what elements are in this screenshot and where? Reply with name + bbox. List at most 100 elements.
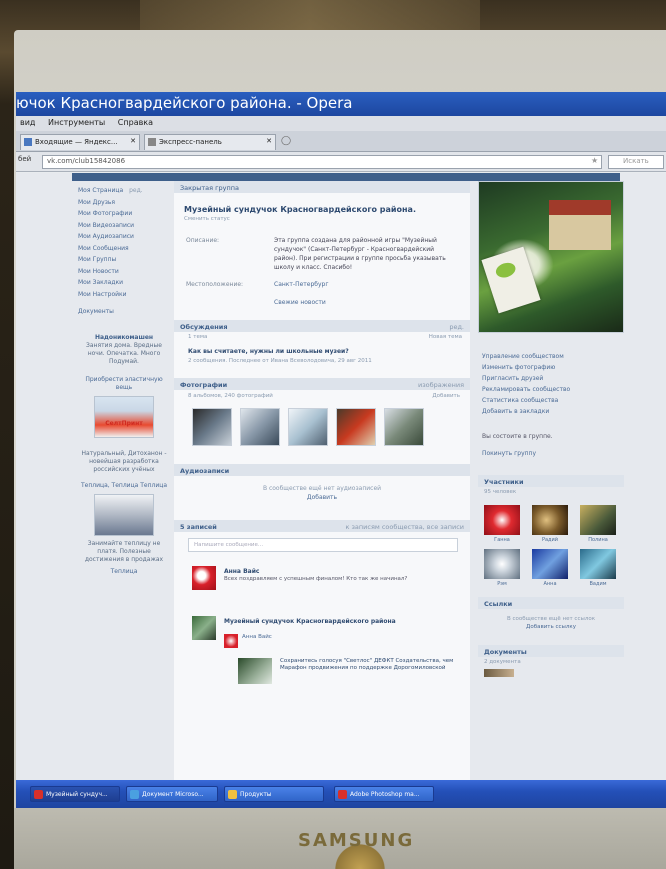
section-meta[interactable]: к записям сообщества, все записи [345,523,464,531]
ad-image[interactable] [94,395,154,438]
site-header [72,173,620,181]
menu-tools[interactable]: Инструменты [48,118,105,127]
menu-view[interactable]: вид [20,118,35,127]
post-sub-author[interactable]: Анна Вайс [242,634,272,640]
add-audio-link[interactable]: Добавить [174,493,470,502]
taskbar-label: Продукты [240,791,272,798]
post-attachment-text[interactable]: Сохранитесь голосуя "Светлос" ДЕФКТ Созд… [280,658,460,672]
section-header[interactable]: 5 записей к записям сообщества, все запи… [174,520,470,532]
left-menu: Моя Страница ред. Мои Друзья Мои Фотограф… [78,187,170,576]
member-item[interactable]: Анна [530,549,570,587]
group-photo[interactable] [478,181,624,333]
avatar[interactable] [224,634,238,648]
ad-link[interactable]: Теплица, Теплица Теплица [78,482,170,490]
ad-brand: СелтПринт [105,419,143,427]
wall-post-input[interactable]: Напишите сообщение... [188,538,458,552]
new-topic-link[interactable]: Новая тема [429,334,462,340]
member-item[interactable]: Ганна [482,505,522,543]
manage-community-link[interactable]: Управление сообществом [478,353,624,364]
avatar [532,505,568,535]
section-meta[interactable]: ред. [449,323,464,331]
sidebar-item-photos[interactable]: Мои Фотографии [78,210,170,222]
close-icon[interactable]: ✕ [266,137,272,145]
search-input[interactable]: Искать [608,155,664,169]
tab-speed-dial[interactable]: Экспресс-панель ✕ [144,134,276,150]
avatar[interactable] [192,616,216,640]
member-name: Вадим [589,581,607,587]
tab-inbox[interactable]: Входящие — Яндекс... ✕ [20,134,140,150]
post-attachment-image[interactable] [238,658,272,684]
group-name: Музейный сундучок Красногвардейского рай… [184,205,416,214]
photo-thumb[interactable] [336,408,376,446]
group-actions: Управление сообществом Изменить фотограф… [478,353,624,419]
address-input[interactable]: vk.com/club15842086 [42,155,602,169]
section-header[interactable]: Ссылки [478,597,624,609]
edit-badge[interactable]: ред. [129,187,143,194]
discussion-topic-link[interactable]: Как вы считаете, нужны ли школьные музеи… [188,348,470,355]
taskbar-item-folder[interactable]: Продукты [224,786,324,802]
ad-more-link[interactable]: Теплица [78,568,170,576]
post-author[interactable]: Анна Вайс [224,568,259,575]
tab-bar: Входящие — Яндекс... ✕ Экспресс-панель ✕… [16,131,666,152]
avatar[interactable] [192,566,216,590]
photo-thumb[interactable] [240,408,280,446]
close-icon[interactable]: ✕ [130,137,136,145]
section-header[interactable]: Обсуждения ред. [174,320,470,332]
ad-link[interactable]: Приобрести эластичную вещь [78,376,170,392]
member-item[interactable]: Полина [578,505,618,543]
sidebar-item-videos[interactable]: Мои Видеозаписи [78,222,170,234]
member-item[interactable]: Рэм [482,549,522,587]
section-header[interactable]: Участники [478,475,624,487]
document-thumb[interactable] [484,669,514,677]
section-header[interactable]: Аудиозаписи [174,464,470,476]
invite-friends-link[interactable]: Пригласить друзей [478,375,624,386]
post-author[interactable]: Музейный сундучок Красногвардейского рай… [224,618,396,625]
sidebar-item-settings[interactable]: Мои Настройки [78,291,170,303]
add-link-link[interactable]: Добавить ссылку [478,623,624,631]
sidebar-item-documents[interactable]: Документы [78,308,170,320]
screen: ючок Красногвардейского района. - Opera … [16,92,666,808]
taskbar-label: Музейный сундуч... [46,791,108,798]
star-icon[interactable]: ★ [591,156,598,165]
sidebar-item-messages[interactable]: Мои Сообщения [78,245,170,257]
section-meta[interactable]: изображения [418,381,464,389]
member-item[interactable]: Радий [530,505,570,543]
back-button[interactable]: бей [18,155,31,163]
folder-icon [228,790,237,799]
leave-group-link[interactable]: Покинуть группу [478,450,624,461]
ad-title: Надоникомашен [94,333,154,341]
section-header[interactable]: Фотографии изображения [174,378,470,390]
sidebar-item-my-page[interactable]: Моя Страница ред. [78,187,170,199]
sidebar-item-friends[interactable]: Мои Друзья [78,199,170,211]
taskbar-item-word[interactable]: Документ Microso... [126,786,218,802]
taskbar-item-browser[interactable]: Музейный сундуч... [30,786,120,802]
sidebar-item-groups[interactable]: Мои Группы [78,256,170,268]
new-tab-icon[interactable]: ◯ [281,136,291,146]
ad-block-2[interactable]: Натуральный, Дитоханон - новейшая разраб… [78,450,170,576]
info-value[interactable]: Санкт-Петербург [274,280,454,289]
group-status-link[interactable]: Сменить статус [184,216,470,222]
ad-image[interactable] [94,493,154,536]
ad-block-1[interactable]: Надоникомашен Занятия дома. Вредные ночи… [78,333,170,438]
advertise-community-link[interactable]: Рекламировать сообщество [478,386,624,397]
group-type-label: Закрытая группа [174,181,470,193]
window-titlebar: ючок Красногвардейского района. - Opera [16,92,666,116]
sidebar-item-audio[interactable]: Мои Аудиозаписи [78,233,170,245]
section-header[interactable]: Документы [478,645,624,657]
taskbar-label: Adobe Photoshop ma... [350,791,420,798]
news-link[interactable]: Свежие новости [274,299,470,306]
photoshop-icon [338,790,347,799]
taskbar-item-photoshop[interactable]: Adobe Photoshop ma... [334,786,434,802]
photo-thumb[interactable] [288,408,328,446]
menu-help[interactable]: Справка [118,118,153,127]
photo-thumb[interactable] [384,408,424,446]
photo-thumb[interactable] [192,408,232,446]
change-photo-link[interactable]: Изменить фотографию [478,364,624,375]
member-item[interactable]: Вадим [578,549,618,587]
community-stats-link[interactable]: Статистика сообщества [478,397,624,408]
sidebar-item-news[interactable]: Мои Новости [78,268,170,280]
members-count: 95 человек [484,489,517,495]
add-photo-link[interactable]: Добавить [432,393,460,399]
sidebar-item-bookmarks[interactable]: Мои Закладки [78,279,170,291]
add-bookmark-link[interactable]: Добавить в закладки [478,408,624,419]
